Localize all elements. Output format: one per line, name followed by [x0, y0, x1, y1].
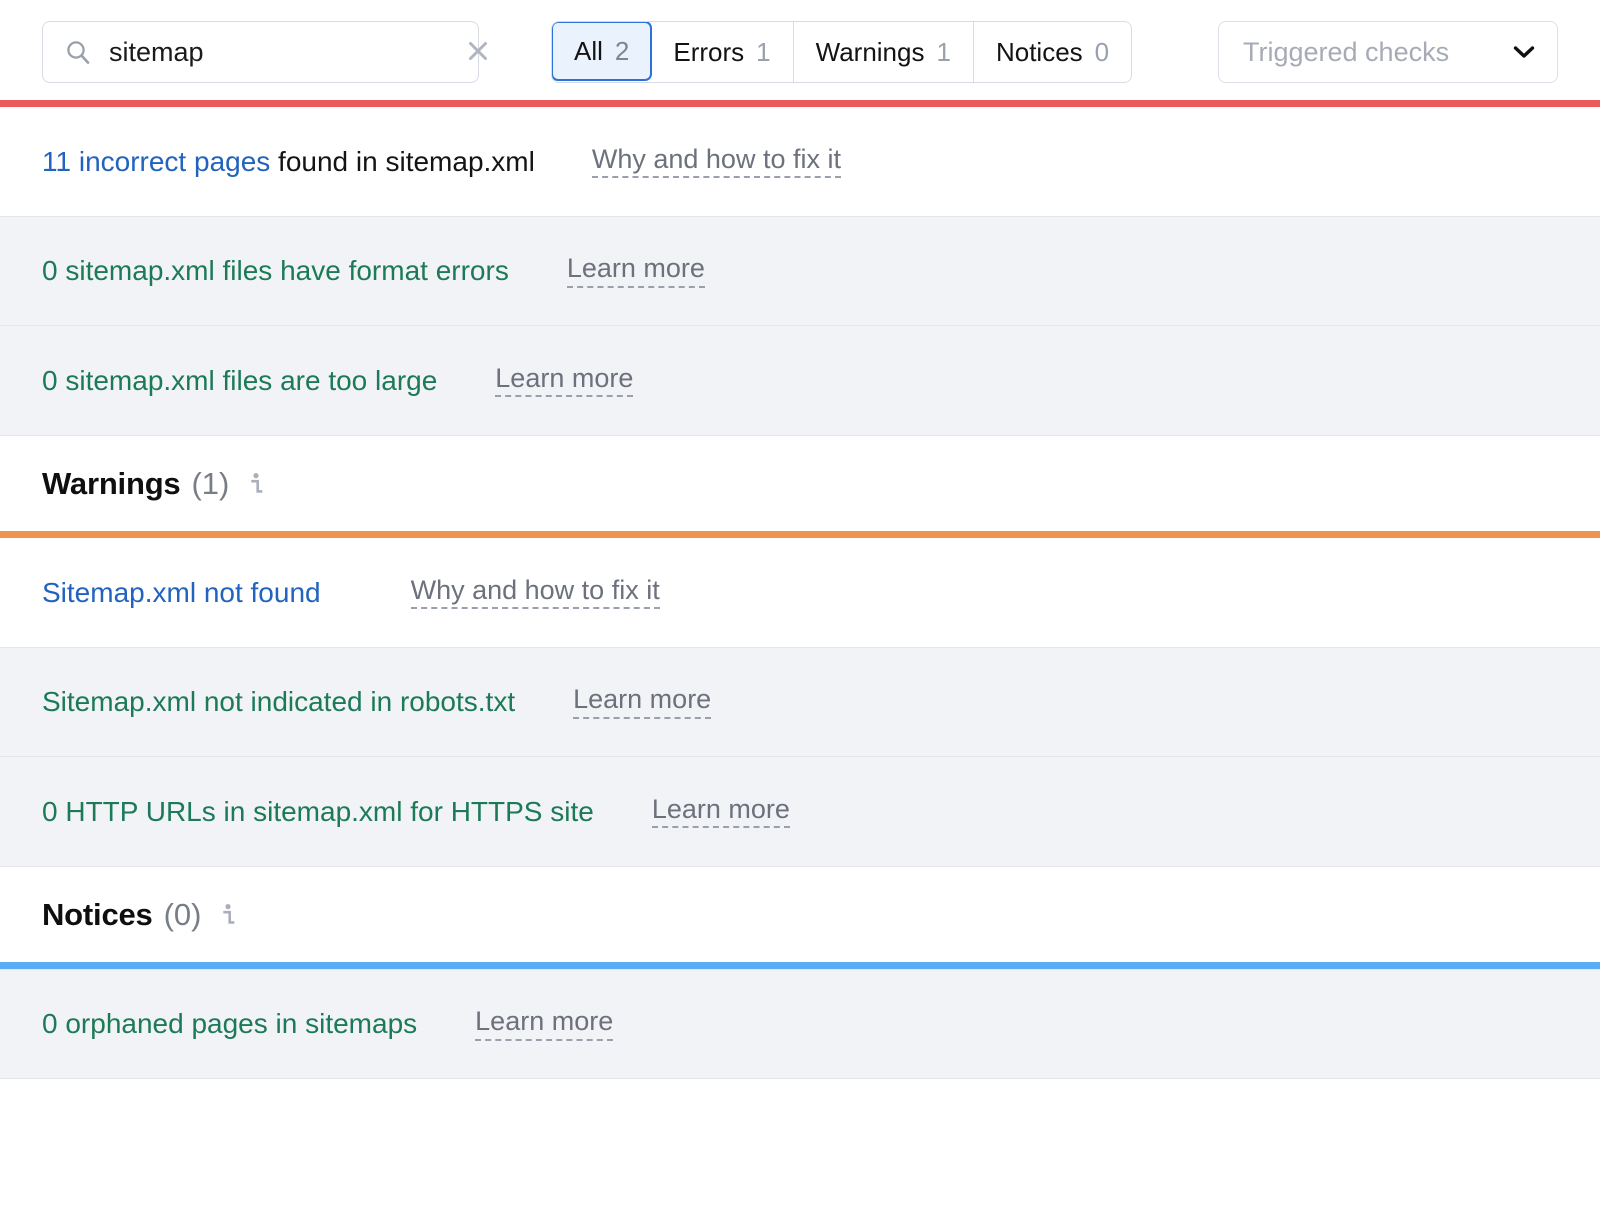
issue-sections: Errors (1) 11 incorrect pages found in sit…	[0, 0, 1600, 1079]
tab-all-label: All	[574, 35, 603, 66]
why-and-how-to-fix-it-link[interactable]: Why and how to fix it	[591, 145, 841, 179]
learn-more-link[interactable]: Learn more	[495, 364, 634, 398]
tab-warnings-label: Warnings	[815, 36, 925, 67]
section-count-notices: (0)	[163, 896, 202, 932]
issue-type-filter-tabs: All 2 Errors 1 Warnings 1 Notices 0	[551, 21, 1133, 83]
search-input[interactable]	[109, 22, 463, 82]
tab-notices-label: Notices	[995, 36, 1083, 67]
issue-message: 0 sitemap.xml files are too large	[42, 365, 437, 397]
issue-text: 0 orphaned pages in sitemaps	[42, 1008, 418, 1039]
issue-message: Sitemap.xml not found	[42, 577, 321, 609]
issue-row[interactable]: 0 sitemap.xml files are too large Learn m…	[0, 326, 1600, 436]
close-icon	[466, 39, 490, 66]
issue-text: 0 HTTP URLs in sitemap.xml for HTTPS sit…	[42, 795, 594, 827]
issue-row[interactable]: 0 sitemap.xml files have format errors Le…	[0, 216, 1600, 326]
issue-row[interactable]: Sitemap.xml not indicated in robots.txt L…	[0, 647, 1600, 757]
tab-errors[interactable]: Errors 1	[651, 22, 794, 82]
chevron-down-icon	[1513, 45, 1535, 59]
issue-text: 0 sitemap.xml files have format errors	[42, 255, 509, 286]
search-box[interactable]	[42, 21, 487, 83]
issue-message: 0 orphaned pages in sitemaps	[42, 1008, 417, 1040]
issue-text: Sitemap.xml not indicated in robots.txt	[42, 686, 516, 717]
filter-toolbar: All 2 Errors 1 Warnings 1 Notices 0 Trig…	[0, 0, 1600, 104]
issue-row[interactable]: 0 orphaned pages in sitemaps Learn more	[0, 969, 1600, 1079]
triggered-checks-dropdown[interactable]: Triggered checks	[1218, 21, 1558, 83]
issue-text: found in sitemap.xml	[270, 145, 535, 177]
section-divider-notices	[0, 962, 1600, 969]
learn-more-link[interactable]: Learn more	[651, 795, 790, 829]
tab-all[interactable]: All 2	[552, 22, 653, 81]
issue-message: Sitemap.xml not indicated in robots.txt	[42, 686, 515, 718]
learn-more-link[interactable]: Learn more	[573, 685, 712, 719]
tab-errors-count: 1	[756, 36, 771, 67]
section-count-warnings: (1)	[191, 465, 230, 501]
tab-errors-label: Errors	[673, 36, 745, 67]
why-and-how-to-fix-it-link[interactable]: Why and how to fix it	[410, 576, 660, 610]
section-divider-warnings	[0, 531, 1600, 538]
section-header-notices: Notices (0)	[0, 867, 1600, 962]
info-icon[interactable]	[246, 472, 266, 496]
site-audit-issues-panel: All 2 Errors 1 Warnings 1 Notices 0 Trig…	[0, 0, 1600, 1223]
section-title-notices: Notices	[42, 896, 153, 932]
issue-message: 0 sitemap.xml files have format errors	[42, 255, 509, 287]
issue-row[interactable]: 11 incorrect pages found in sitemap.xml W…	[0, 107, 1600, 216]
search-icon	[65, 39, 91, 65]
tab-notices-count: 0	[1094, 36, 1110, 67]
clear-search-button[interactable]	[463, 37, 493, 67]
tab-all-count: 2	[614, 35, 630, 66]
issue-row[interactable]: 0 HTTP URLs in sitemap.xml for HTTPS sit…	[0, 757, 1600, 867]
tab-notices[interactable]: Notices 0	[973, 22, 1132, 82]
issue-message: 11 incorrect pages found in sitemap.xml	[42, 146, 535, 178]
tab-warnings[interactable]: Warnings 1	[793, 22, 974, 82]
section-header-warnings: Warnings (1)	[0, 436, 1600, 531]
tab-warnings-count: 1	[936, 36, 951, 67]
learn-more-link[interactable]: Learn more	[566, 254, 705, 288]
issue-link[interactable]: 11 incorrect pages	[42, 146, 270, 177]
info-icon[interactable]	[218, 903, 238, 927]
issue-text: 0 sitemap.xml files are too large	[42, 364, 438, 396]
triggered-checks-label: Triggered checks	[1243, 36, 1450, 67]
issue-message: 0 HTTP URLs in sitemap.xml for HTTPS sit…	[42, 796, 594, 828]
issue-link[interactable]: Sitemap.xml not found	[42, 577, 321, 608]
learn-more-link[interactable]: Learn more	[475, 1007, 614, 1041]
section-title-warnings: Warnings	[42, 465, 181, 501]
issue-row[interactable]: Sitemap.xml not found Why and how to fix …	[0, 538, 1600, 647]
